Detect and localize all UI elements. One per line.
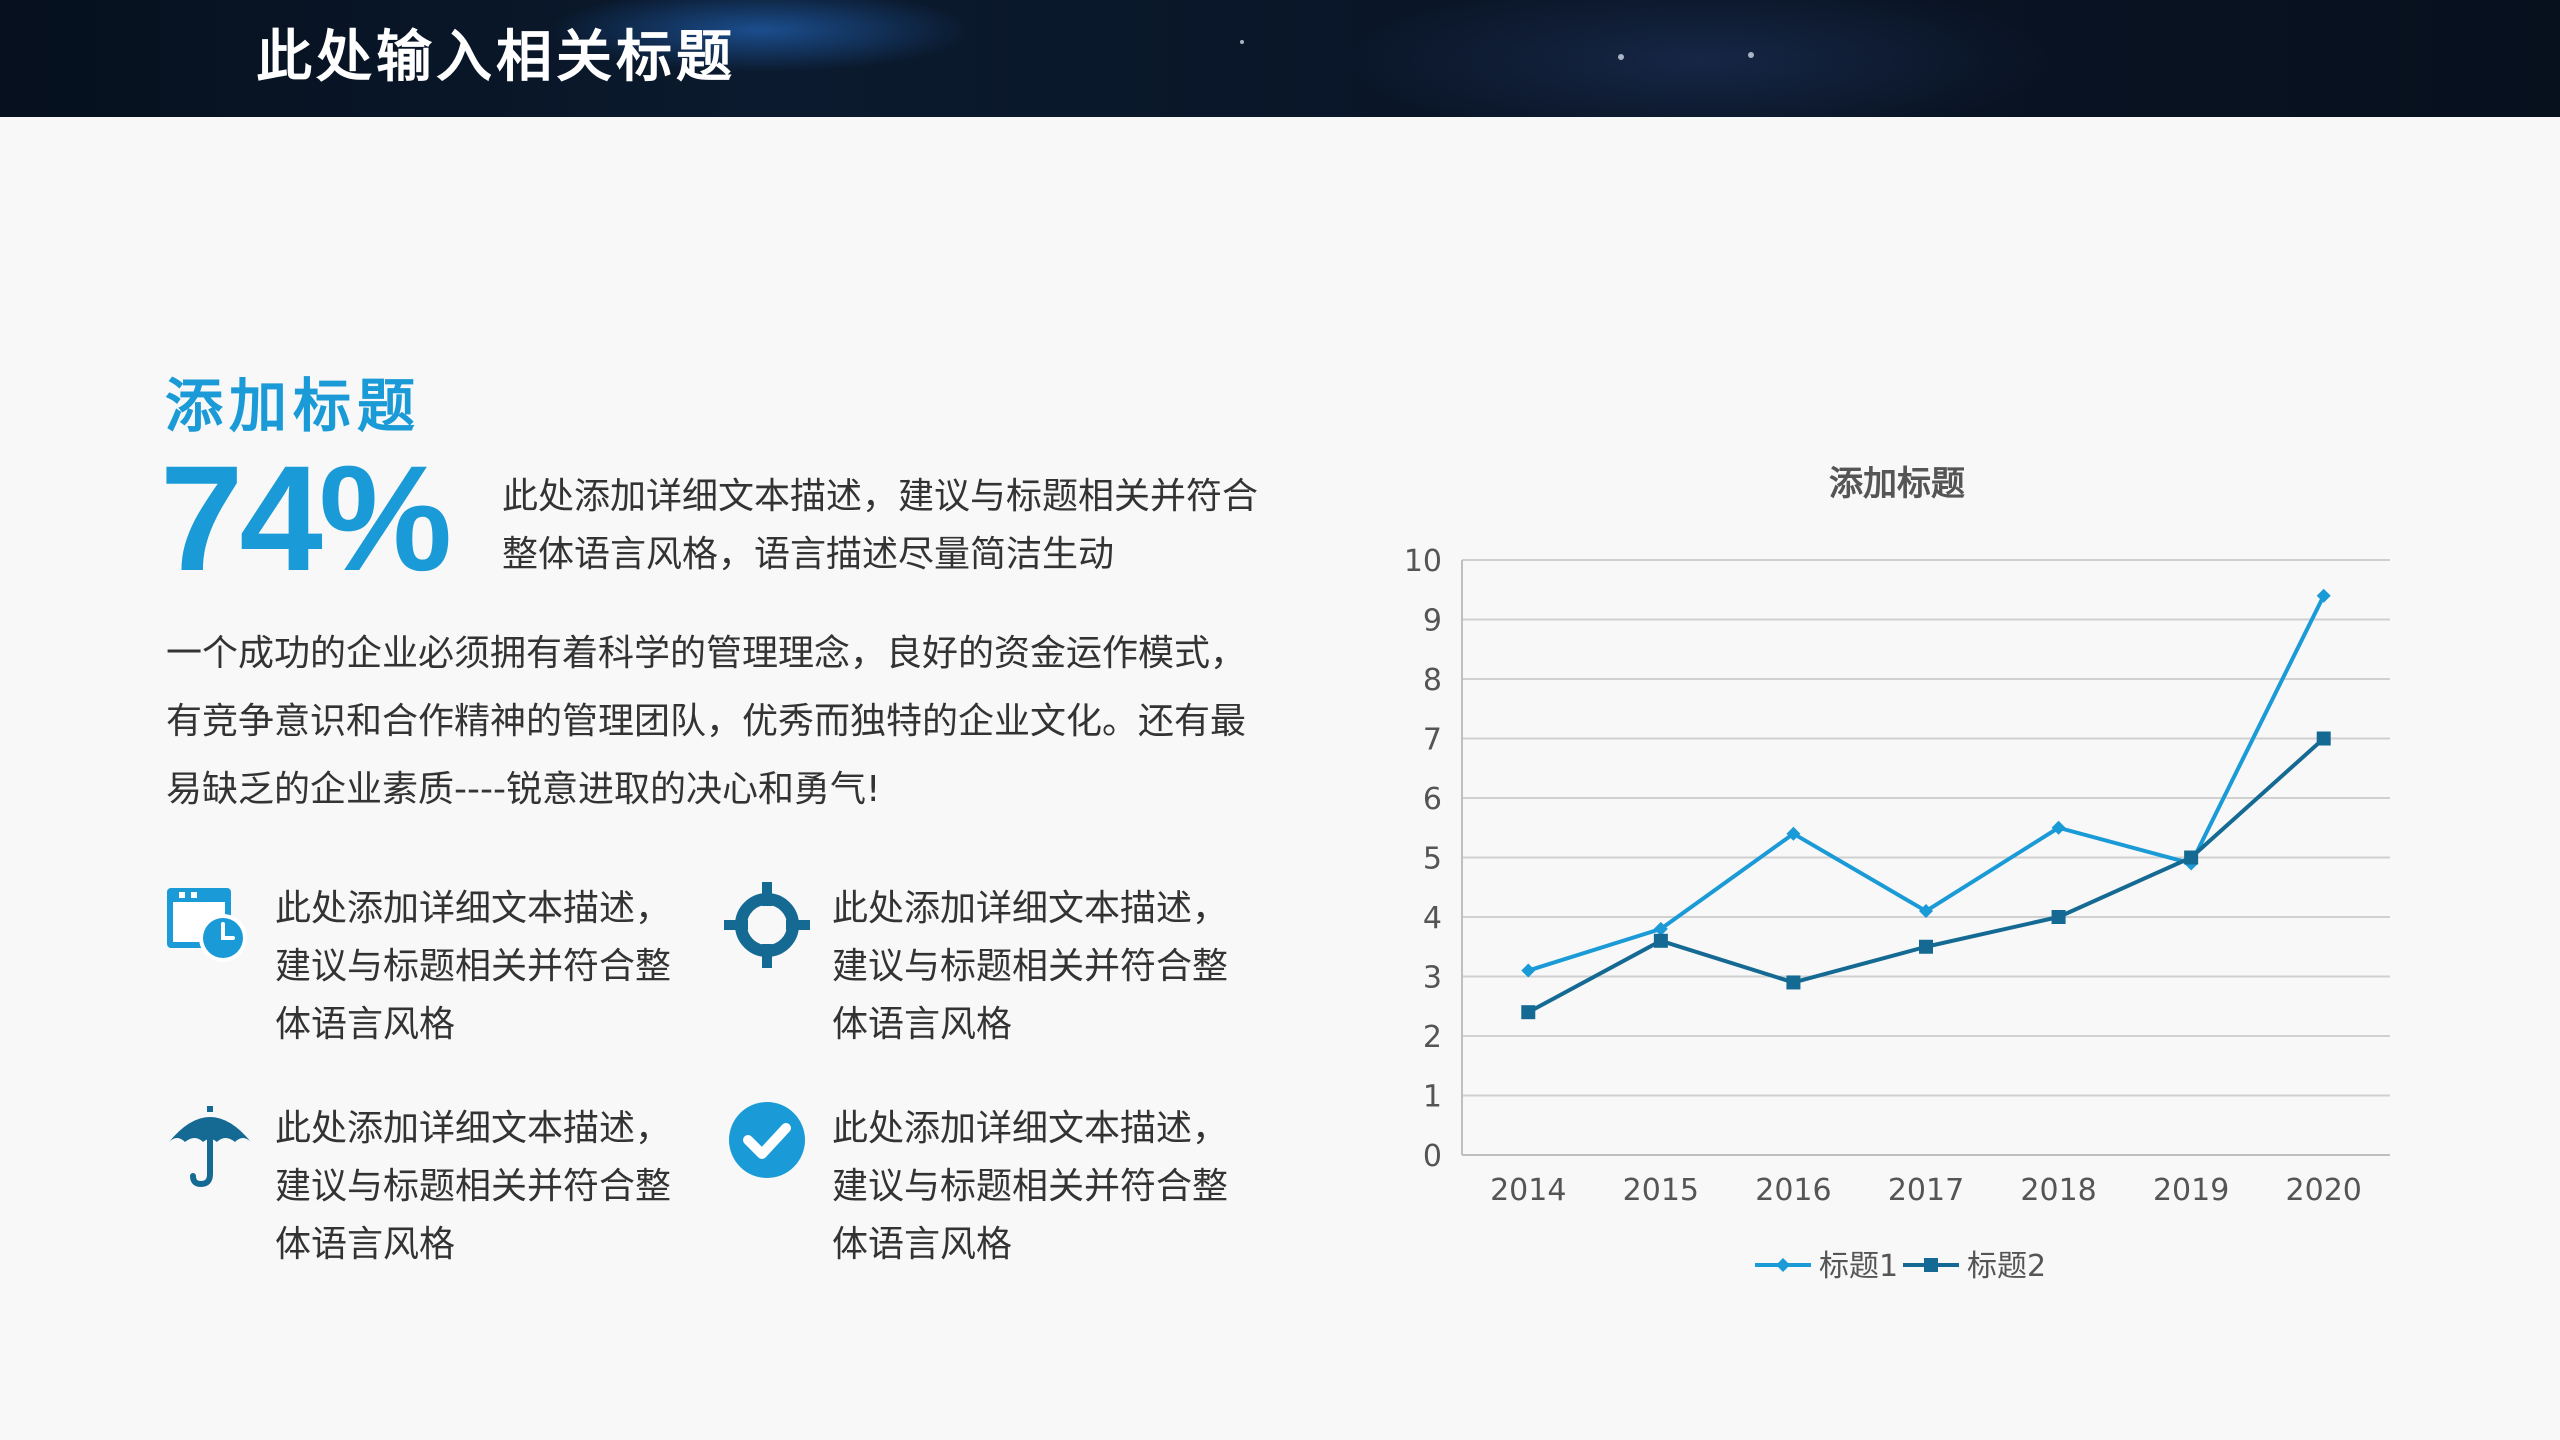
x-tick-label: 2018 (2020, 1173, 2096, 1208)
x-tick-label: 2015 (1623, 1173, 1699, 1208)
x-tick-label: 2014 (1490, 1173, 1566, 1208)
y-tick-label: 0 (1423, 1139, 1442, 1174)
y-tick-label: 10 (1404, 544, 1442, 579)
legend-item-1: 标题1 (1755, 1249, 1898, 1284)
y-tick-label: 7 (1423, 723, 1442, 758)
star-dot (1748, 52, 1754, 58)
checkmark-circle-icon (729, 1102, 805, 1178)
star-dot (1240, 40, 1244, 44)
feature-text: 此处添加详细文本描述，建议与标题相关并符合整体语言风格 (275, 1108, 672, 1265)
page-title: 此处输入相关标题 (256, 25, 736, 90)
x-tick-label: 2017 (1888, 1173, 1964, 1208)
y-tick-label: 6 (1423, 782, 1442, 817)
feature-text: 此处添加详细文本描述，建议与标题相关并符合整体语言风格 (832, 1108, 1229, 1265)
crosshair-icon (724, 882, 810, 968)
stat-percent: 74% (160, 434, 452, 602)
y-tick-label: 4 (1423, 901, 1442, 936)
stat-description: 此处添加详细文本描述，建议与标题相关并符合整体语言风格，语言描述尽量简洁生动 (502, 476, 1259, 575)
data-point (1786, 975, 1801, 990)
data-point (2051, 910, 2066, 924)
chart-legend: 标题1 标题2 (1755, 1249, 2046, 1284)
chart-title: 添加标题 (1829, 464, 1965, 504)
data-point (1776, 1258, 1790, 1272)
legend-label: 标题2 (1967, 1249, 2046, 1284)
x-tick-label: 2016 (1755, 1173, 1831, 1208)
feature-text: 此处添加详细文本描述，建议与标题相关并符合整体语言风格 (832, 888, 1229, 1045)
body-paragraph: 一个成功的企业必须拥有着科学的管理理念，良好的资金运作模式，有竞争意识和合作精神… (166, 633, 1247, 810)
x-tick-label: 2019 (2153, 1173, 2229, 1208)
data-point (1924, 1258, 1938, 1272)
y-tick-label: 2 (1423, 1020, 1442, 1055)
y-tick-label: 9 (1423, 604, 1442, 639)
data-point (1919, 939, 1933, 954)
data-point (2316, 588, 2331, 603)
series-1 (1521, 588, 2331, 978)
data-point (1521, 1005, 1536, 1020)
y-tick-label: 8 (1423, 663, 1442, 698)
data-point (2316, 731, 2331, 746)
y-tick-label: 1 (1423, 1080, 1442, 1115)
section-title: 添加标题 (165, 372, 422, 440)
legend-item-2: 标题2 (1903, 1249, 2046, 1284)
x-axis: 2014 2015 2016 2017 2018 2019 2020 (1490, 1173, 2362, 1208)
data-point (1521, 963, 1536, 978)
y-axis: 0 1 2 3 4 5 6 7 8 9 10 (1404, 544, 1442, 1174)
chart-grid (1461, 559, 2390, 1156)
y-tick-label: 3 (1423, 961, 1442, 996)
legend-label: 标题1 (1819, 1249, 1898, 1284)
chart-series (1521, 588, 2331, 1020)
x-tick-label: 2020 (2286, 1173, 2362, 1208)
y-tick-label: 5 (1423, 842, 1442, 877)
header-banner: 此处输入相关标题 (0, 0, 2560, 117)
data-point (2184, 850, 2199, 865)
feature-text: 此处添加详细文本描述，建议与标题相关并符合整体语言风格 (275, 888, 672, 1045)
line-chart: 添加标题 012345678910 2014 2015 2016 2017 2018 20… (1404, 464, 2390, 1284)
data-point (1653, 933, 1668, 948)
umbrella-icon (169, 1106, 251, 1188)
series-line (1527, 737, 2326, 1014)
calendar-clock-icon (167, 888, 247, 962)
star-dot (1618, 54, 1624, 60)
